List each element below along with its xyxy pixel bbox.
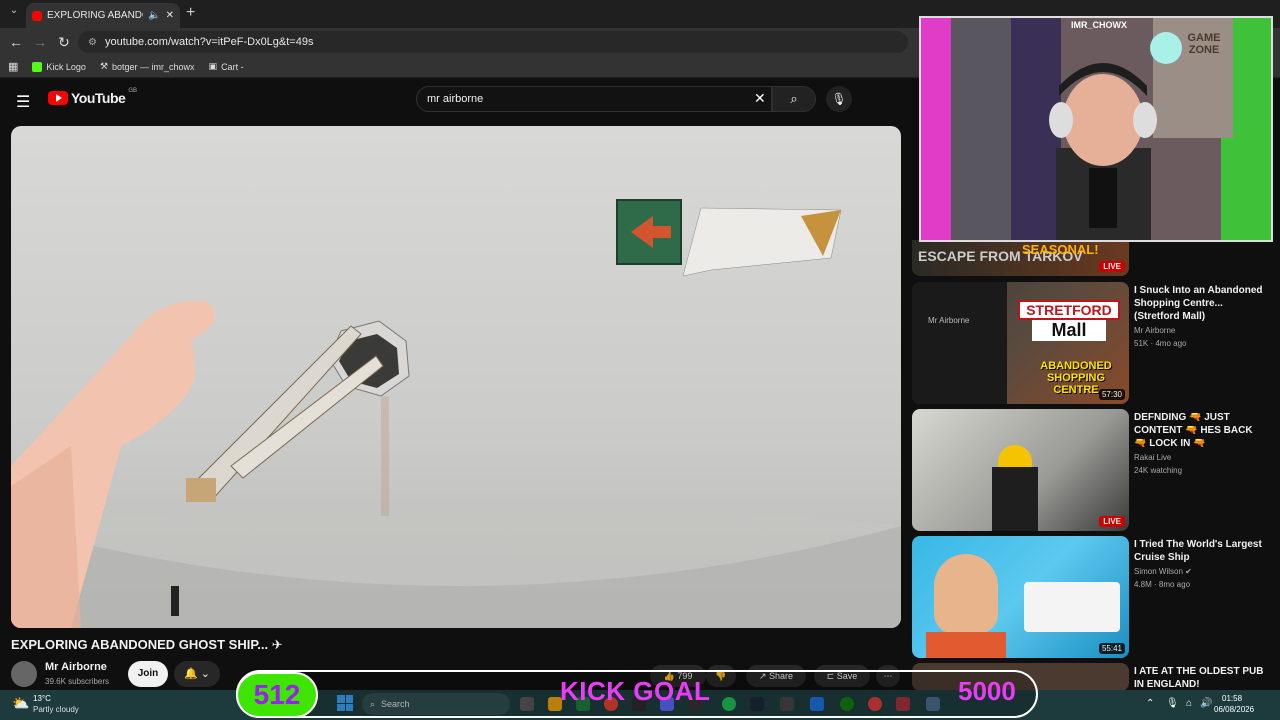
thumb-text-stretford: STRETFORD xyxy=(1018,300,1120,320)
new-tab-button[interactable]: + xyxy=(186,4,195,22)
recommendation-item[interactable]: Mr Airborne STRETFORD Mall ABANDONED SHO… xyxy=(912,282,1272,406)
channel-avatar[interactable] xyxy=(11,661,37,687)
recommendation-title[interactable]: I Snuck Into an Abandoned Shopping Centr… xyxy=(1134,284,1264,323)
thumb-person xyxy=(992,467,1038,531)
url-text: youtube.com/watch?v=itPeF-Dx0Lg&t=49s xyxy=(104,36,314,48)
youtube-logo[interactable]: YouTube GB xyxy=(48,88,137,106)
recommendation-meta: 4.8M · 8mo ago xyxy=(1134,580,1191,589)
youtube-play-icon xyxy=(48,91,68,105)
verified-icon: ✔ xyxy=(1185,567,1192,576)
microphone-icon[interactable]: 🎙 xyxy=(1166,698,1179,709)
video-frame xyxy=(11,199,901,628)
forward-arrow-icon[interactable]: → xyxy=(28,34,52,50)
bookmark-label: Kick Logo xyxy=(46,61,86,72)
thumb-banner: SEASONAL! xyxy=(1022,242,1099,257)
bookmark-label: Cart - xyxy=(221,61,244,72)
menu-icon[interactable]: ☰ xyxy=(16,92,30,112)
thumb-shirt xyxy=(926,632,1006,658)
weather-icon: ⛅ xyxy=(12,695,30,711)
recommendation-title[interactable]: I ATE AT THE OLDEST PUB IN ENGLAND! xyxy=(1134,665,1264,691)
video-duration: 57:30 xyxy=(1098,389,1125,400)
bookmark-botger[interactable]: ⚒ botger — imr_chowx xyxy=(100,61,195,72)
video-player[interactable] xyxy=(11,126,901,628)
tab-search-icon[interactable]: ⌄ xyxy=(6,5,22,21)
video-title: EXPLORING ABANDONED GHOST SHIP... ✈ xyxy=(11,637,283,652)
webcam-overlay: IMR_CHOWX GAME ZONE xyxy=(919,16,1273,242)
game-zone-sign: GAME ZONE xyxy=(1187,32,1221,56)
recommendation-thumbnail[interactable]: 55:41 xyxy=(912,536,1129,658)
reload-icon[interactable]: ↻ xyxy=(52,34,76,51)
search-value: mr airborne xyxy=(427,93,484,105)
tab-audio-icon[interactable]: 🔈 xyxy=(148,10,160,21)
bookmark-cart[interactable]: ▣ Cart - xyxy=(209,61,244,72)
bookmark-label: botger — imr_chowx xyxy=(112,61,195,72)
network-icon[interactable]: ⌂ xyxy=(1186,698,1192,709)
apps-grid-icon[interactable]: ▦ xyxy=(8,60,18,73)
cart-icon: ▣ xyxy=(208,61,218,71)
thumb-cruise-ship xyxy=(1024,582,1120,632)
site-info-icon[interactable]: ⚙ xyxy=(88,37,97,48)
channel-name[interactable]: Mr Airborne xyxy=(45,661,107,673)
kick-logo-icon xyxy=(32,61,43,72)
back-arrow-icon[interactable]: ← xyxy=(4,34,28,50)
recommendation-meta: 24K watching xyxy=(1134,466,1183,475)
kick-goal-label: KICK GOAL xyxy=(560,676,711,706)
thumb-person-face xyxy=(934,554,998,634)
recommendation-meta: 51K · 4mo ago xyxy=(1134,339,1187,348)
search-button[interactable]: ⌕ xyxy=(772,86,816,112)
streamer-tag: IMR_CHOWX xyxy=(1071,20,1127,30)
search-input[interactable]: mr airborne xyxy=(416,86,772,112)
address-bar[interactable]: ⚙ youtube.com/watch?v=itPeF-Dx0Lg&t=49s xyxy=(78,31,908,53)
recommendation-title[interactable]: I Tried The World's Largest Cruise Ship xyxy=(1134,538,1264,564)
chevron-down-icon: ⌄ xyxy=(200,668,210,680)
live-badge: LIVE xyxy=(1099,516,1125,527)
weather-temperature[interactable]: 13°C xyxy=(33,694,51,703)
bookmark-kick-logo[interactable]: Kick Logo xyxy=(32,61,86,72)
youtube-wordmark: YouTube xyxy=(71,90,126,106)
search-icon: ⌕ xyxy=(790,91,798,106)
bot-icon: ⚒ xyxy=(99,61,109,71)
live-badge: LIVE xyxy=(1099,261,1125,272)
recommendation-title[interactable]: DEFNDING 🔫 JUST CONTENT 🔫 HES BACK 🔫 LOC… xyxy=(1134,411,1264,450)
kick-goal-target: 5000 xyxy=(958,676,1016,706)
browser-tab[interactable]: EXPLORING ABANDONED G 🔈 ✕ xyxy=(26,3,180,28)
tab-close-icon[interactable]: ✕ xyxy=(166,10,174,21)
kick-goal-current: 512 xyxy=(236,672,318,718)
youtube-favicon-icon xyxy=(32,10,42,21)
recommendation-item[interactable]: 55:41 I Tried The World's Largest Cruise… xyxy=(912,536,1272,660)
thumb-jacket-text: Mr Airborne xyxy=(928,316,970,325)
recommendation-item[interactable]: LIVE DEFNDING 🔫 JUST CONTENT 🔫 HES BACK … xyxy=(912,409,1272,533)
thumb-person xyxy=(912,282,1007,404)
clear-search-icon[interactable]: ✕ xyxy=(754,90,766,107)
recommendation-channel[interactable]: Rakai Live xyxy=(1134,453,1264,462)
clock-time[interactable]: 01:58 xyxy=(1222,694,1242,703)
recommendation-channel[interactable]: Simon Wilson ✔ xyxy=(1134,567,1264,576)
bell-icon: 🔔 xyxy=(184,668,198,680)
recommendation-thumbnail[interactable]: Mr Airborne STRETFORD Mall ABANDONED SHO… xyxy=(912,282,1129,404)
notification-bell-button[interactable]: 🔔 ⌄ xyxy=(174,661,220,687)
volume-icon[interactable]: 🔊 xyxy=(1200,698,1212,709)
chevron-up-icon[interactable]: ⌃ xyxy=(1146,698,1154,709)
thumb-hardhat xyxy=(998,445,1032,469)
clock-date: 06/08/2026 xyxy=(1214,705,1255,714)
join-button[interactable]: Join xyxy=(128,661,168,687)
thumb-text-mall: Mall xyxy=(1032,320,1106,341)
recommendation-channel[interactable]: Mr Airborne xyxy=(1134,326,1264,335)
channel-label: Simon Wilson xyxy=(1134,567,1183,576)
microphone-icon: 🎙 xyxy=(831,92,847,106)
recommendation-thumbnail-partial[interactable]: ESCAPE FROM TARKOV SEASONAL! LIVE xyxy=(912,240,1129,276)
recommendation-thumbnail[interactable]: LIVE xyxy=(912,409,1129,531)
tab-title: EXPLORING ABANDONED G xyxy=(47,10,143,21)
country-code: GB xyxy=(128,88,137,94)
voice-search-button[interactable]: 🎙 xyxy=(826,86,852,112)
video-duration: 55:41 xyxy=(1098,643,1125,654)
weather-description: Partly cloudy xyxy=(33,705,79,714)
subscriber-count: 39.6K subscribers xyxy=(45,677,110,686)
